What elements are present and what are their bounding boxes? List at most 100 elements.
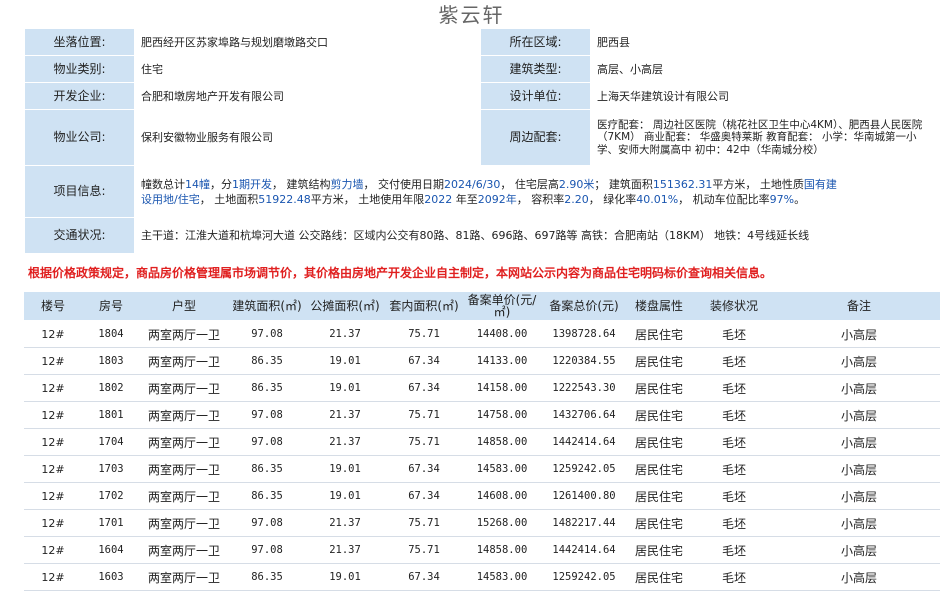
cell-room: 1604: [82, 536, 140, 564]
cell-gross-area: 97.08: [228, 509, 306, 537]
cell-layout: 两室两厅一卫: [140, 401, 228, 429]
header-decoration: 装修状况: [690, 292, 778, 321]
cell-decoration: 毛坯: [690, 320, 778, 348]
cell-shared-area: 19.01: [306, 374, 384, 402]
cell-attribute: 居民住宅: [628, 536, 690, 564]
table-row: 12# 1702 两室两厅一卫 86.35 19.01 67.34 14608.…: [24, 482, 940, 510]
cell-remark: 小高层: [778, 320, 940, 348]
cell-decoration: 毛坯: [690, 374, 778, 402]
cell-room: 1801: [82, 401, 140, 429]
cell-layout: 两室两厅一卫: [140, 374, 228, 402]
cell-total-price: 1259242.05: [540, 563, 628, 591]
cell-room: 1802: [82, 374, 140, 402]
table-row: 12# 1603 两室两厅一卫 86.35 19.01 67.34 14583.…: [24, 563, 940, 591]
header-total-price: 备案总价(元): [540, 292, 628, 321]
cell-attribute: 居民住宅: [628, 563, 690, 591]
cell-building: 12#: [24, 509, 82, 537]
cell-total-price: 1442414.64: [540, 428, 628, 456]
traffic-label: 交通状况:: [24, 217, 135, 254]
cell-remark: 小高层: [778, 347, 940, 375]
cell-layout: 两室两厅一卫: [140, 536, 228, 564]
cell-attribute: 居民住宅: [628, 482, 690, 510]
cell-inner-area: 75.71: [384, 536, 464, 564]
cell-decoration: 毛坯: [690, 563, 778, 591]
cell-room: 1701: [82, 509, 140, 537]
property-type-label: 物业类别:: [24, 55, 135, 83]
cell-shared-area: 19.01: [306, 347, 384, 375]
cell-layout: 两室两厅一卫: [140, 509, 228, 537]
designer-value: 上海天华建筑设计有限公司: [590, 82, 941, 110]
cell-room: 1603: [82, 563, 140, 591]
floor-height: 2.90米: [558, 177, 595, 191]
cell-attribute: 居民住宅: [628, 347, 690, 375]
cell-decoration: 毛坯: [690, 455, 778, 483]
cell-gross-area: 86.35: [228, 347, 306, 375]
cell-attribute: 居民住宅: [628, 374, 690, 402]
header-unit-price: 备案单价(元/㎡): [464, 292, 540, 321]
cell-unit-price: 15268.00: [464, 509, 540, 537]
cell-inner-area: 75.71: [384, 428, 464, 456]
cell-total-price: 1261400.80: [540, 482, 628, 510]
cell-attribute: 居民住宅: [628, 509, 690, 537]
surroundings-label: 周边配套:: [480, 109, 591, 166]
cell-building: 12#: [24, 401, 82, 429]
cell-decoration: 毛坯: [690, 401, 778, 429]
land-area: 51922.48: [258, 192, 311, 206]
cell-unit-price: 14608.00: [464, 482, 540, 510]
developer-label: 开发企业:: [24, 82, 135, 110]
structure-type: 剪力墙: [330, 177, 364, 191]
cell-inner-area: 67.34: [384, 347, 464, 375]
parking-ratio: 97%: [769, 192, 795, 206]
table-row: 12# 1701 两室两厅一卫 97.08 21.37 75.71 15268.…: [24, 509, 940, 537]
developer-value: 合肥和墩房地产开发有限公司: [134, 82, 481, 110]
cell-shared-area: 19.01: [306, 482, 384, 510]
header-attribute: 楼盘属性: [628, 292, 690, 321]
cell-room: 1803: [82, 347, 140, 375]
phase-count: 1期开发: [232, 177, 272, 191]
traffic-value: 主干道：江淮大道和杭埠河大道 公交路线：区域内公交有80路、81路、696路、6…: [134, 217, 941, 254]
project-label: 项目信息:: [24, 165, 135, 218]
cell-gross-area: 86.35: [228, 455, 306, 483]
cell-building: 12#: [24, 536, 82, 564]
cell-total-price: 1398728.64: [540, 320, 628, 348]
land-term-start: 2022: [424, 192, 453, 206]
cell-remark: 小高层: [778, 482, 940, 510]
table-row: 12# 1802 两室两厅一卫 86.35 19.01 67.34 14158.…: [24, 374, 940, 402]
land-term-end: 2092年: [477, 192, 517, 206]
floor-area-ratio: 2.20: [564, 192, 589, 206]
header-remark: 备注: [778, 292, 940, 321]
table-row: 12# 1804 两室两厅一卫 97.08 21.37 75.71 14408.…: [24, 320, 940, 348]
table-row: 12# 1704 两室两厅一卫 97.08 21.37 75.71 14858.…: [24, 428, 940, 456]
cell-total-price: 1442414.64: [540, 536, 628, 564]
cell-room: 1804: [82, 320, 140, 348]
cell-unit-price: 14583.00: [464, 455, 540, 483]
cell-decoration: 毛坯: [690, 509, 778, 537]
cell-building: 12#: [24, 563, 82, 591]
gross-floor-area: 151362.31: [652, 177, 713, 191]
cell-layout: 两室两厅一卫: [140, 482, 228, 510]
cell-inner-area: 75.71: [384, 509, 464, 537]
cell-unit-price: 14158.00: [464, 374, 540, 402]
cell-inner-area: 67.34: [384, 374, 464, 402]
delivery-date: 2024/6/30: [444, 177, 501, 191]
cell-shared-area: 21.37: [306, 428, 384, 456]
cell-building: 12#: [24, 428, 82, 456]
cell-shared-area: 21.37: [306, 320, 384, 348]
cell-gross-area: 86.35: [228, 374, 306, 402]
cell-shared-area: 19.01: [306, 563, 384, 591]
table-row: 12# 1801 两室两厅一卫 97.08 21.37 75.71 14758.…: [24, 401, 940, 429]
cell-gross-area: 97.08: [228, 536, 306, 564]
cell-room: 1703: [82, 455, 140, 483]
cell-layout: 两室两厅一卫: [140, 455, 228, 483]
header-inner-area: 套内面积(㎡): [384, 292, 464, 321]
cell-gross-area: 86.35: [228, 482, 306, 510]
district-value: 肥西县: [590, 28, 941, 56]
table-row: 12# 1604 两室两厅一卫 97.08 21.37 75.71 14858.…: [24, 536, 940, 564]
table-row: 12# 1703 两室两厅一卫 86.35 19.01 67.34 14583.…: [24, 455, 940, 483]
cell-remark: 小高层: [778, 563, 940, 591]
building-type-label: 建筑类型:: [480, 55, 591, 83]
designer-label: 设计单位:: [480, 82, 591, 110]
cell-shared-area: 21.37: [306, 401, 384, 429]
cell-room: 1702: [82, 482, 140, 510]
cell-decoration: 毛坯: [690, 536, 778, 564]
